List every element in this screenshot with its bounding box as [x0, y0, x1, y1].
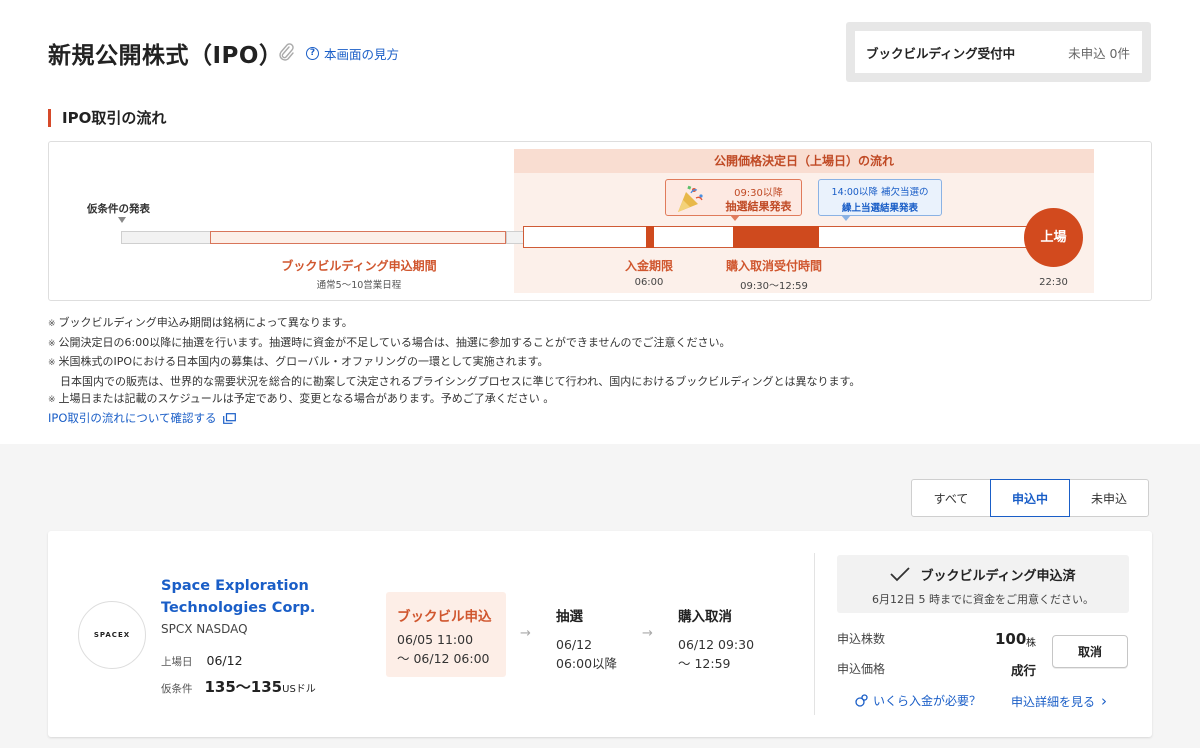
order-price-value: 成行 [1011, 663, 1037, 678]
listing-time: 22:30 [1039, 277, 1068, 288]
price-range-value: 135〜135 [204, 678, 283, 696]
bookbuilding-status-panel: ブックビルディング受付中 未申込 0件 [846, 22, 1151, 82]
cancel-window-time: 09:30〜12:59 [740, 281, 808, 292]
lottery-text: 抽選結果発表 [725, 200, 792, 213]
step-lottery: 抽選 06/12 06:00以降 [556, 605, 617, 673]
company-logo: SPACEX [78, 601, 146, 669]
price-range-label: 仮条件 [161, 683, 193, 695]
note-item: ※ ブックビルディング申込み期間は銘柄によって異なります。 [48, 316, 353, 329]
cancel-button[interactable]: 取消 [1052, 635, 1128, 668]
arrow-right-icon: → [520, 626, 531, 641]
note-item: ※ 上場日または記載のスケジュールは予定であり、変更となる場合があります。予めご了… [48, 392, 555, 405]
paperclip-icon[interactable] [277, 42, 295, 62]
step-line: 〜 12:59 [678, 656, 731, 671]
ipo-flow-diagram: 公開価格決定日（上場日）の流れ 仮条件の発表 上場 09:30以降 抽選結果発表… [48, 141, 1152, 301]
backup-callout: 14:00以降 補欠当選の 繰上当選結果発表 [818, 179, 942, 221]
check-icon [890, 567, 911, 582]
timeline-segment-pre [121, 231, 211, 244]
step-bookbuilding: ブックビル申込 06/05 11:00 〜 06/12 06:00 [386, 592, 506, 677]
coin-icon [855, 694, 868, 707]
backup-time: 14:00以降 補欠当選の [831, 187, 929, 198]
ticker: SPCX NASDAQ [161, 622, 248, 636]
status-filter: すべて 申込中 未申込 [911, 479, 1149, 517]
chevron-right-icon: › [1101, 692, 1108, 710]
timeline-marker-deposit [646, 226, 654, 248]
card-divider [814, 553, 815, 715]
step-title: 抽選 [556, 609, 583, 625]
timeline-segment-gap [506, 231, 524, 244]
backup-text: 繰上当選結果発表 [841, 203, 918, 214]
step-line: 06/12 09:30 [678, 637, 755, 652]
tentative-terms-label: 仮条件の発表 [87, 203, 150, 215]
step-line: 06/12 [556, 637, 593, 652]
bookbuilding-period-sub: 通常5〜10営業日程 [316, 280, 402, 291]
filter-all-button[interactable]: すべて [911, 479, 991, 517]
bookbuilding-period-label: ブックビルディング申込期間 [281, 259, 437, 273]
notes: ※ ブックビルディング申込み期間は銘柄によって異なります。 ※ 公開決定日の6:00… [48, 314, 860, 410]
listing-date-row: 上場日 06/12 [161, 653, 243, 669]
filter-applying-button[interactable]: 申込中 [990, 479, 1070, 517]
deposit-deadline-time: 06:00 [634, 277, 664, 288]
application-status-box: ブックビルディング申込済 6月12日 5 時までに資金をご用意ください。 [837, 555, 1129, 613]
ipo-card: SPACEX Space Exploration Technologies Co… [48, 531, 1152, 737]
step-cancel: 購入取消 06/12 09:30 〜 12:59 [678, 605, 754, 673]
help-link-label: 本画面の見方 [324, 47, 400, 62]
price-range-row: 仮条件 135〜135USドル [161, 676, 316, 697]
funding-notice: 6月12日 5 時までに資金をご用意ください。 [872, 593, 1094, 606]
application-status-text: ブックビルディング申込済 [920, 569, 1076, 584]
flow-info-link[interactable]: IPO取引の流れについて確認する [48, 410, 236, 426]
external-window-icon [222, 412, 236, 424]
step-title: ブックビル申込 [397, 609, 492, 625]
deposit-deadline-label: 入金期限 [624, 259, 673, 273]
question-icon: ? [306, 47, 319, 60]
help-link[interactable]: ? 本画面の見方 [306, 44, 399, 63]
step-line: 〜 06/12 06:00 [397, 651, 490, 666]
order-price-label: 申込価格 [837, 662, 886, 676]
listing-date-value: 06/12 [206, 653, 243, 668]
deposit-needed-label: いくら入金が必要？ [873, 694, 982, 708]
note-item: ※ 米国株式のIPOにおける日本国内の募集は、グローバル・オファリングの一環として… [48, 355, 549, 368]
cancel-window-label: 購入取消受付時間 [725, 259, 822, 273]
listing-marker: 上場 [1024, 208, 1083, 267]
note-item: ※ 公開決定日の6:00以降に抽選を行います。抽選時に資金が不足している場合は、抽… [48, 335, 731, 349]
bookbuilding-status-label: ブックビルディング受付中 [866, 45, 1016, 61]
timeline-segment-bookbuilding [210, 231, 506, 244]
filter-unapplied-button[interactable]: 未申込 [1069, 479, 1149, 517]
quantity-value: 100 [995, 630, 1027, 648]
listing-day-header: 公開価格決定日（上場日）の流れ [514, 149, 1094, 173]
listing-date-label: 上場日 [161, 656, 193, 668]
triangle-down-icon [118, 217, 126, 223]
page-title: 新規公開株式（IPO） [48, 43, 283, 69]
step-line: 06:00以降 [556, 656, 618, 671]
step-title: 購入取消 [678, 609, 732, 625]
flow-info-link-label: IPO取引の流れについて確認する [48, 411, 217, 425]
quantity-unit: 株 [1026, 638, 1036, 649]
quantity-label: 申込株数 [837, 632, 886, 646]
timeline-segment-cancel [733, 226, 819, 248]
party-popper-icon [678, 185, 703, 212]
application-detail-label: 申込詳細を見る [1011, 694, 1096, 709]
order-price-row: 申込価格 成行 [837, 660, 1036, 678]
lottery-callout: 09:30以降 抽選結果発表 [665, 179, 802, 221]
quantity-row: 申込株数 100 株 [837, 630, 1036, 649]
note-item: 日本国内での販売は、世界的な需要状況を総合的に勘案して決定されるプライシングプロ… [60, 374, 861, 388]
unapplied-count: 未申込 0件 [1068, 45, 1130, 61]
company-name-link[interactable]: Space Exploration Technologies Corp. [161, 575, 381, 619]
step-line: 06/05 11:00 [397, 632, 474, 647]
arrow-right-icon: → [642, 626, 653, 641]
price-unit: USドル [282, 684, 316, 695]
lottery-time: 09:30以降 [734, 188, 783, 199]
deposit-needed-link[interactable]: いくら入金が必要？ [855, 692, 981, 709]
flow-section-title: IPO取引の流れ [48, 109, 166, 127]
application-detail-link[interactable]: 申込詳細を見る › [1011, 692, 1107, 710]
